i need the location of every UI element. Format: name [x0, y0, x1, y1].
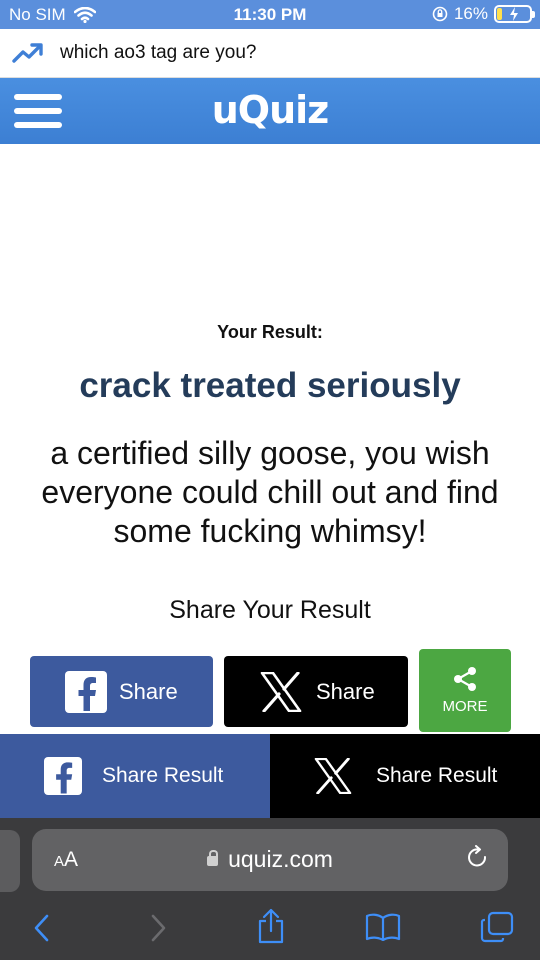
tabs-icon[interactable] — [480, 911, 514, 943]
previous-tab-preview[interactable] — [0, 830, 20, 892]
sticky-facebook-label: Share Result — [102, 764, 224, 787]
sticky-x-share-button[interactable]: Share Result — [270, 734, 540, 818]
uquiz-logo[interactable]: uQuiz — [0, 88, 540, 132]
battery-level — [497, 8, 503, 20]
x-logo-icon — [314, 758, 352, 794]
x-share-button[interactable]: Share — [224, 656, 408, 727]
forward-icon[interactable] — [148, 913, 168, 943]
site-header: uQuiz — [0, 78, 540, 144]
orientation-lock-icon — [432, 6, 448, 22]
back-icon[interactable] — [32, 913, 52, 943]
facebook-share-button[interactable]: Share — [30, 656, 213, 727]
address-bar[interactable]: AA uquiz.com — [32, 829, 508, 891]
facebook-share-label: Share — [119, 678, 178, 704]
result-title: crack treated seriously — [79, 366, 461, 405]
status-bar: No SIM 11:30 PM 16% — [0, 0, 540, 29]
reload-icon[interactable] — [466, 845, 490, 871]
bookmarks-icon[interactable] — [365, 913, 401, 941]
quiz-title: which ao3 tag are you? — [60, 42, 257, 63]
result-description: a certified silly goose, you wish everyo… — [41, 435, 499, 549]
browser-chrome: AA uquiz.com — [0, 818, 540, 960]
x-share-label: Share — [316, 678, 375, 704]
more-share-button[interactable]: MORE — [419, 649, 511, 732]
share-icon[interactable] — [256, 908, 286, 944]
lock-icon — [207, 850, 219, 866]
url-display[interactable]: uquiz.com — [32, 846, 508, 873]
facebook-icon — [44, 757, 82, 795]
share-nodes-icon — [454, 667, 476, 691]
battery-icon — [494, 5, 535, 23]
result-label: Your Result: — [217, 322, 323, 342]
share-heading: Share Your Result — [169, 596, 371, 624]
trending-up-icon — [12, 43, 43, 63]
more-share-label: MORE — [442, 698, 488, 715]
battery-percent: 16% — [453, 4, 488, 23]
sticky-facebook-share-button[interactable]: Share Result — [0, 734, 270, 818]
charging-bolt-icon — [510, 7, 518, 21]
quiz-title-banner[interactable]: which ao3 tag are you? — [0, 29, 540, 78]
facebook-icon — [65, 670, 107, 713]
status-right: 16% — [432, 4, 535, 24]
sticky-x-label: Share Result — [376, 764, 498, 787]
url-text: uquiz.com — [228, 846, 333, 872]
x-logo-icon — [260, 671, 302, 712]
